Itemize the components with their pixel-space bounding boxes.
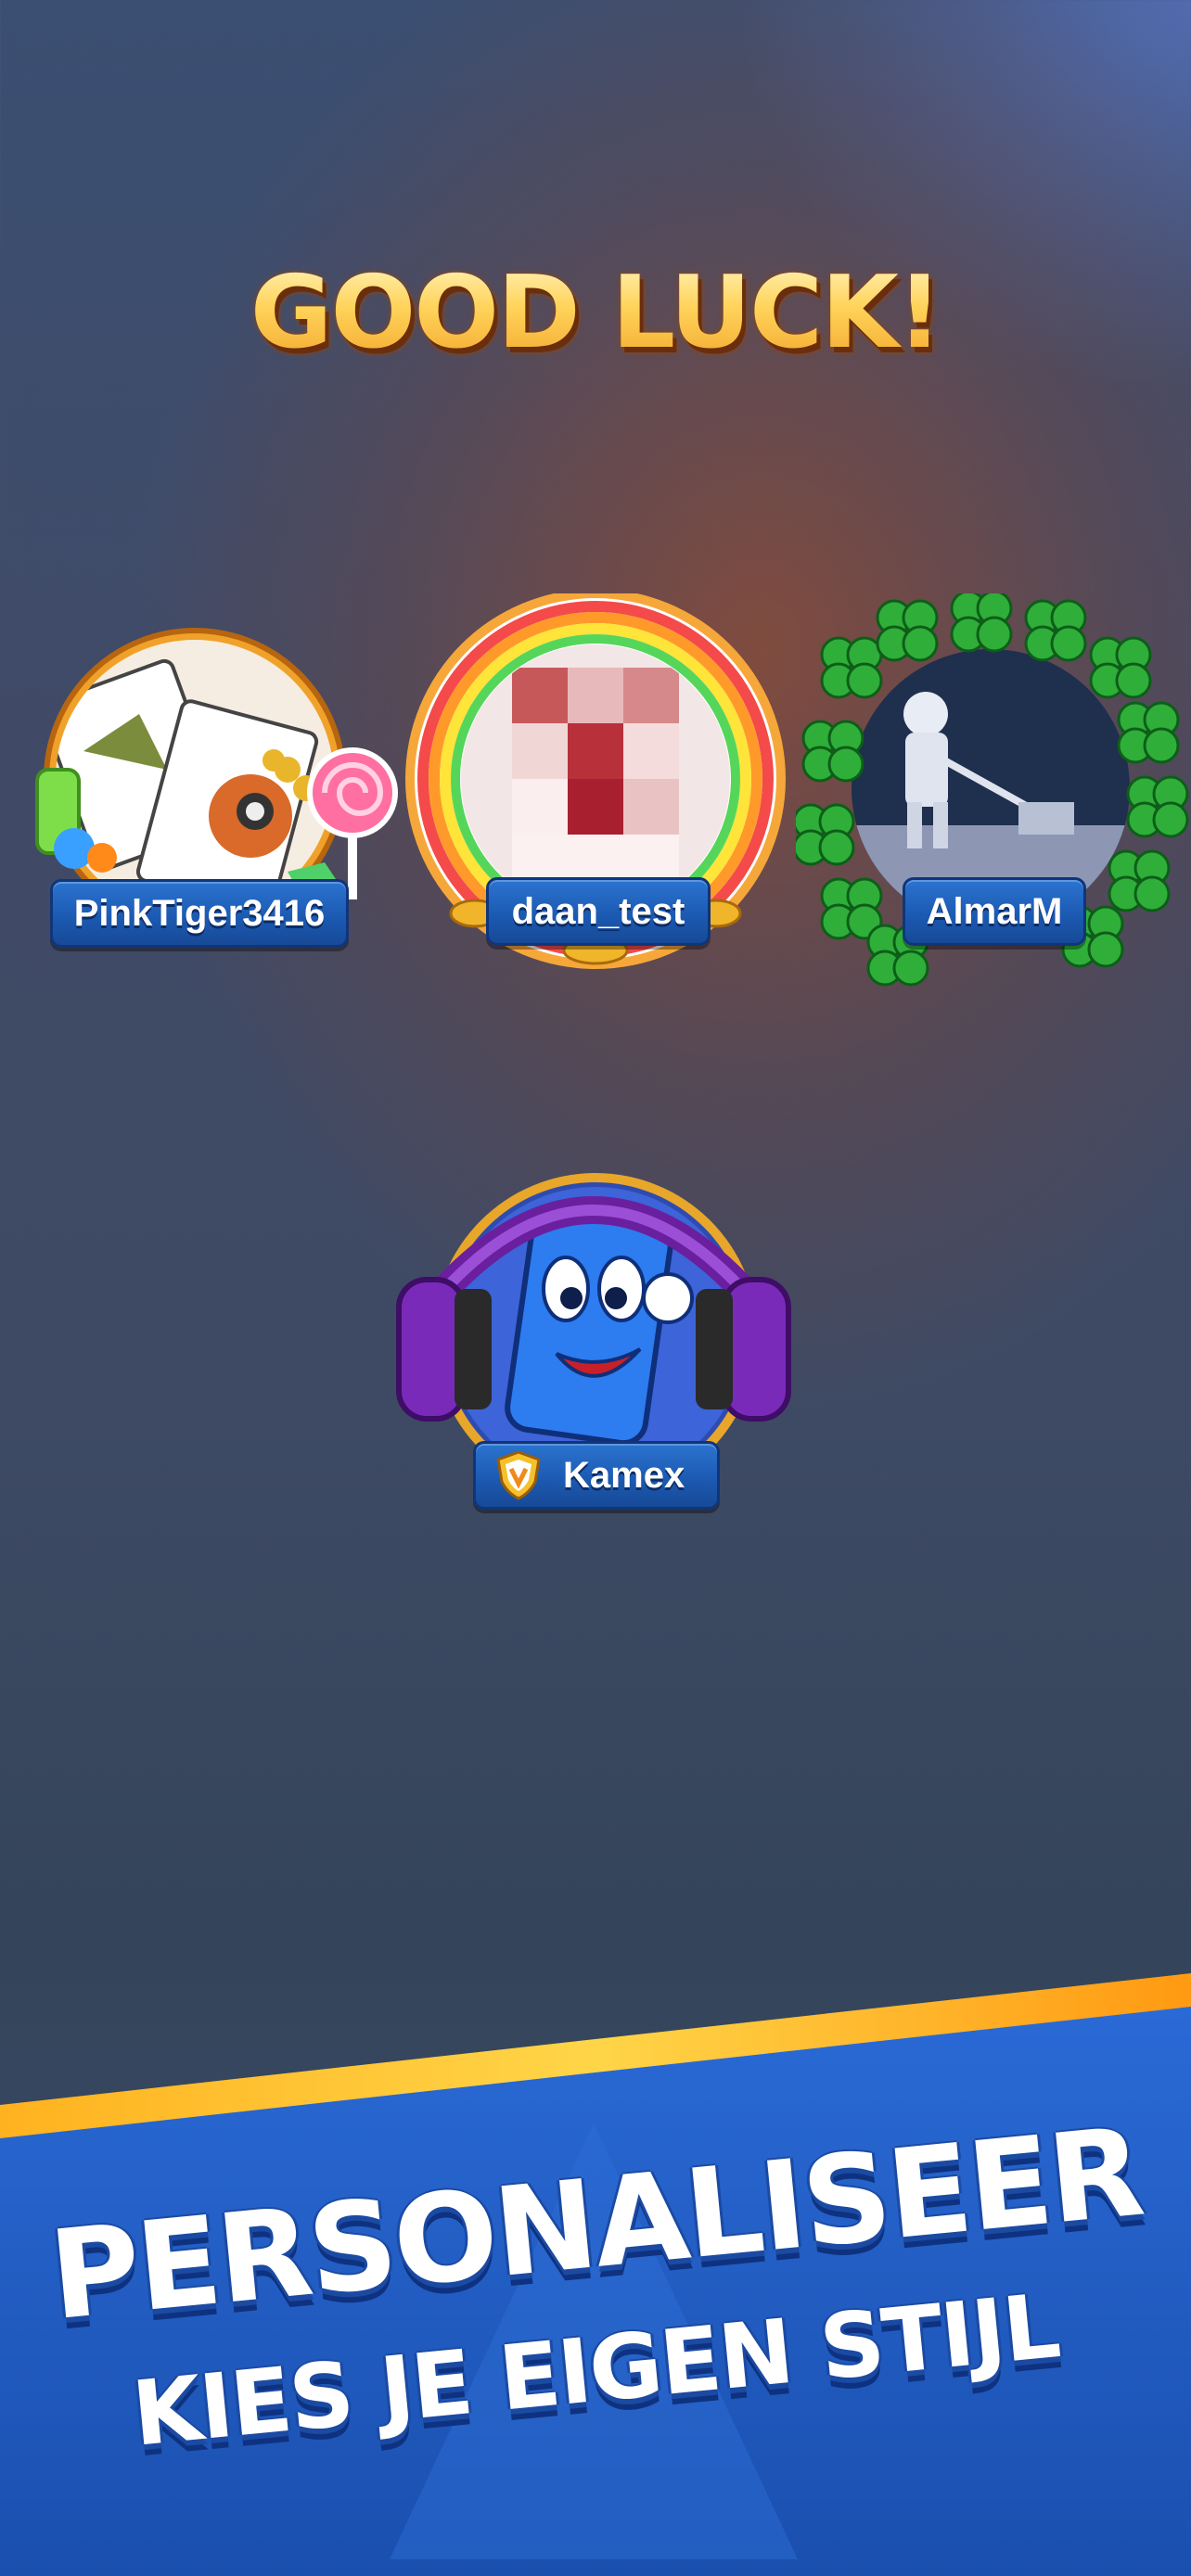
player-avatar-daan-test[interactable]: daan_test [401,593,790,983]
page-title: GOOD LUCK! [0,255,1191,371]
player-avatar-almarm[interactable]: AlmarM [796,593,1191,992]
vip-shield-icon [496,1450,541,1500]
player-name-plate: Kamex [473,1441,720,1510]
player-name-plate: PinkTiger3416 [50,879,349,948]
player-avatar-kamex[interactable]: Kamex [390,1150,798,1521]
player-avatar-pinktiger3416[interactable]: PinkTiger3416 [28,612,399,983]
player-name-plate: daan_test [486,877,711,946]
player-name-plate: AlmarM [903,877,1086,946]
player-name-label: Kamex [563,1455,685,1496]
